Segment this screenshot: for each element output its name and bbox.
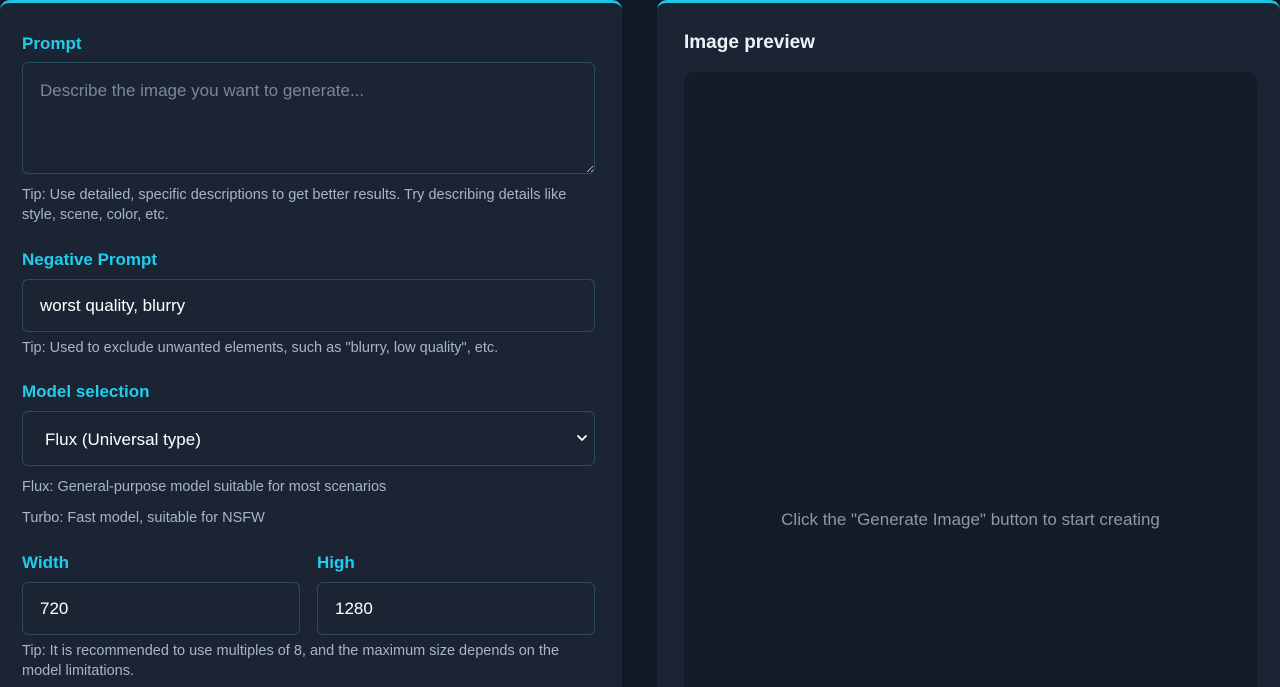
negative-prompt-tip: Tip: Used to exclude unwanted elements, … — [22, 340, 499, 356]
preview-title: Image preview — [684, 32, 815, 53]
size-tip: Tip: It is recommended to use multiples … — [22, 643, 560, 679]
image-generator-page: Prompt Tip: Use detailed, specific descr… — [0, 0, 1280, 687]
model-selection-label: Model selection — [22, 382, 150, 401]
model-description-flux: Flux: General-purpose model suitable for… — [22, 479, 387, 495]
model-select-value: Flux (Universal type) — [45, 430, 201, 449]
negative-prompt-label: Negative Prompt — [22, 250, 158, 269]
settings-panel: Prompt Tip: Use detailed, specific descr… — [0, 0, 622, 687]
chevron-down-icon — [577, 435, 587, 441]
width-label: Width — [22, 553, 70, 572]
prompt-tip: Tip: Use detailed, specific descriptions… — [22, 187, 567, 223]
preview-panel: Image preview Click the "Generate Image"… — [657, 0, 1280, 687]
height-label: High — [317, 553, 355, 572]
prompt-label: Prompt — [22, 34, 82, 53]
prompt-textarea[interactable] — [22, 62, 595, 174]
width-input[interactable] — [22, 582, 300, 635]
image-preview-area: Click the "Generate Image" button to sta… — [684, 72, 1257, 687]
model-description-turbo: Turbo: Fast model, suitable for NSFW — [22, 510, 265, 526]
negative-prompt-input[interactable] — [22, 279, 595, 332]
height-input[interactable] — [317, 582, 595, 635]
preview-placeholder-text: Click the "Generate Image" button to sta… — [781, 510, 1160, 529]
model-select[interactable]: Flux (Universal type) — [22, 411, 595, 466]
